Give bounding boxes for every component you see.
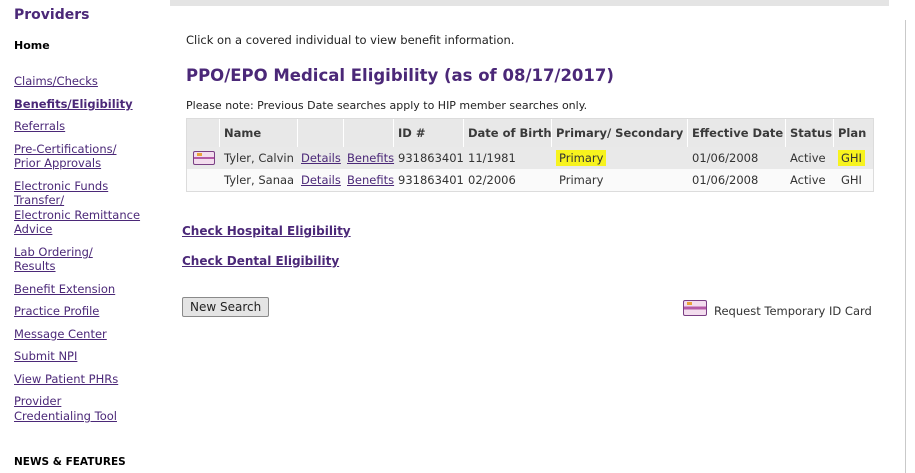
id-card-icon[interactable] — [683, 300, 707, 316]
primary-value: Primary — [556, 150, 607, 166]
new-search-button[interactable]: New Search — [182, 297, 270, 317]
sidebar-item-lab-ordering[interactable]: Lab Ordering/ — [14, 245, 93, 259]
sidebar-item-credentialing-tool[interactable]: Credentialing Tool — [14, 409, 117, 423]
sidebar-item-benefits-eligibility[interactable]: Benefits/Eligibility — [14, 97, 133, 111]
page-title: PPO/EPO Medical Eligibility (as of 08/17… — [186, 66, 614, 85]
header-dob: Date of Birth — [468, 126, 552, 140]
sidebar-item-pre-certifications[interactable]: Pre-Certifications/ — [14, 142, 116, 156]
sidebar-item-claims-checks[interactable]: Claims/Checks — [14, 74, 98, 88]
member-name[interactable]: Tyler, Calvin — [224, 147, 294, 169]
header-effective-date: Effective Date — [692, 126, 784, 140]
table-row[interactable]: Tyler, Calvin Details Benefits 931863401… — [187, 147, 873, 169]
effective-date: 01/06/2008 — [692, 151, 759, 165]
intro-text: Click on a covered individual to view be… — [186, 33, 515, 47]
header-name: Name — [224, 126, 262, 140]
sidebar-item-benefit-extension[interactable]: Benefit Extension — [14, 282, 115, 296]
table-row[interactable]: Tyler, Sanaa Details Benefits 931863401 … — [187, 169, 873, 191]
sidebar-heading: Providers — [14, 7, 90, 23]
header-status: Status — [790, 126, 833, 140]
sidebar-item-view-patient-phrs[interactable]: View Patient PHRs — [14, 372, 118, 386]
request-temporary-id-card-link[interactable]: Request Temporary ID Card — [714, 304, 872, 318]
date-of-birth: 02/2006 — [468, 173, 516, 187]
date-of-birth: 11/1981 — [468, 151, 516, 165]
sidebar-item-transfer[interactable]: Transfer/ — [14, 193, 64, 207]
plan-value: GHI — [838, 150, 865, 166]
sidebar-item-referrals[interactable]: Referrals — [14, 119, 65, 133]
header-plan: Plan — [838, 126, 867, 140]
sidebar-item-advice[interactable]: Advice — [14, 222, 52, 236]
status: Active — [790, 173, 826, 187]
date-note: Please note: Previous Date searches appl… — [186, 99, 588, 112]
sidebar-item-practice-profile[interactable]: Practice Profile — [14, 304, 99, 318]
sidebar-item-provider[interactable]: Provider — [14, 394, 61, 408]
status: Active — [790, 151, 826, 165]
sidebar-item-home[interactable]: Home — [14, 39, 50, 52]
header-id: ID # — [398, 126, 426, 140]
eligibility-table: Name ID # Date of Birth Primary/ Seconda… — [186, 118, 874, 192]
sidebar-item-electronic-remittance[interactable]: Electronic Remittance — [14, 208, 140, 222]
effective-date: 01/06/2008 — [692, 173, 759, 187]
id-card-icon[interactable] — [193, 147, 215, 169]
sidebar-item-submit-npi[interactable]: Submit NPI — [14, 349, 77, 363]
primary-secondary: Primary — [556, 147, 607, 169]
table-header-row: Name ID # Date of Birth Primary/ Seconda… — [187, 119, 873, 147]
sidebar-item-electronic-funds[interactable]: Electronic Funds — [14, 179, 108, 193]
primary-secondary: Primary — [559, 173, 604, 187]
sidebar-item-message-center[interactable]: Message Center — [14, 327, 107, 341]
sidebar-item-results[interactable]: Results — [14, 259, 56, 273]
sidebar: Providers Home Claims/Checks Benefits/El… — [0, 0, 150, 473]
sidebar-item-prior-approvals[interactable]: Prior Approvals — [14, 156, 101, 170]
benefits-link[interactable]: Benefits — [347, 147, 394, 169]
header-primary-secondary: Primary/ Secondary — [556, 126, 684, 140]
plan: GHI — [838, 147, 865, 169]
top-band — [170, 0, 889, 6]
member-name[interactable]: Tyler, Sanaa — [224, 169, 294, 191]
details-link[interactable]: Details — [301, 147, 341, 169]
news-features-heading: NEWS & FEATURES — [14, 456, 126, 468]
check-hospital-eligibility-link[interactable]: Check Hospital Eligibility — [182, 224, 351, 238]
benefits-link[interactable]: Benefits — [347, 169, 394, 191]
plan: GHI — [841, 173, 862, 187]
member-id: 931863401 — [398, 151, 464, 165]
right-divider — [905, 20, 906, 473]
details-link[interactable]: Details — [301, 169, 341, 191]
member-id: 931863401 — [398, 173, 464, 187]
check-dental-eligibility-link[interactable]: Check Dental Eligibility — [182, 254, 339, 268]
